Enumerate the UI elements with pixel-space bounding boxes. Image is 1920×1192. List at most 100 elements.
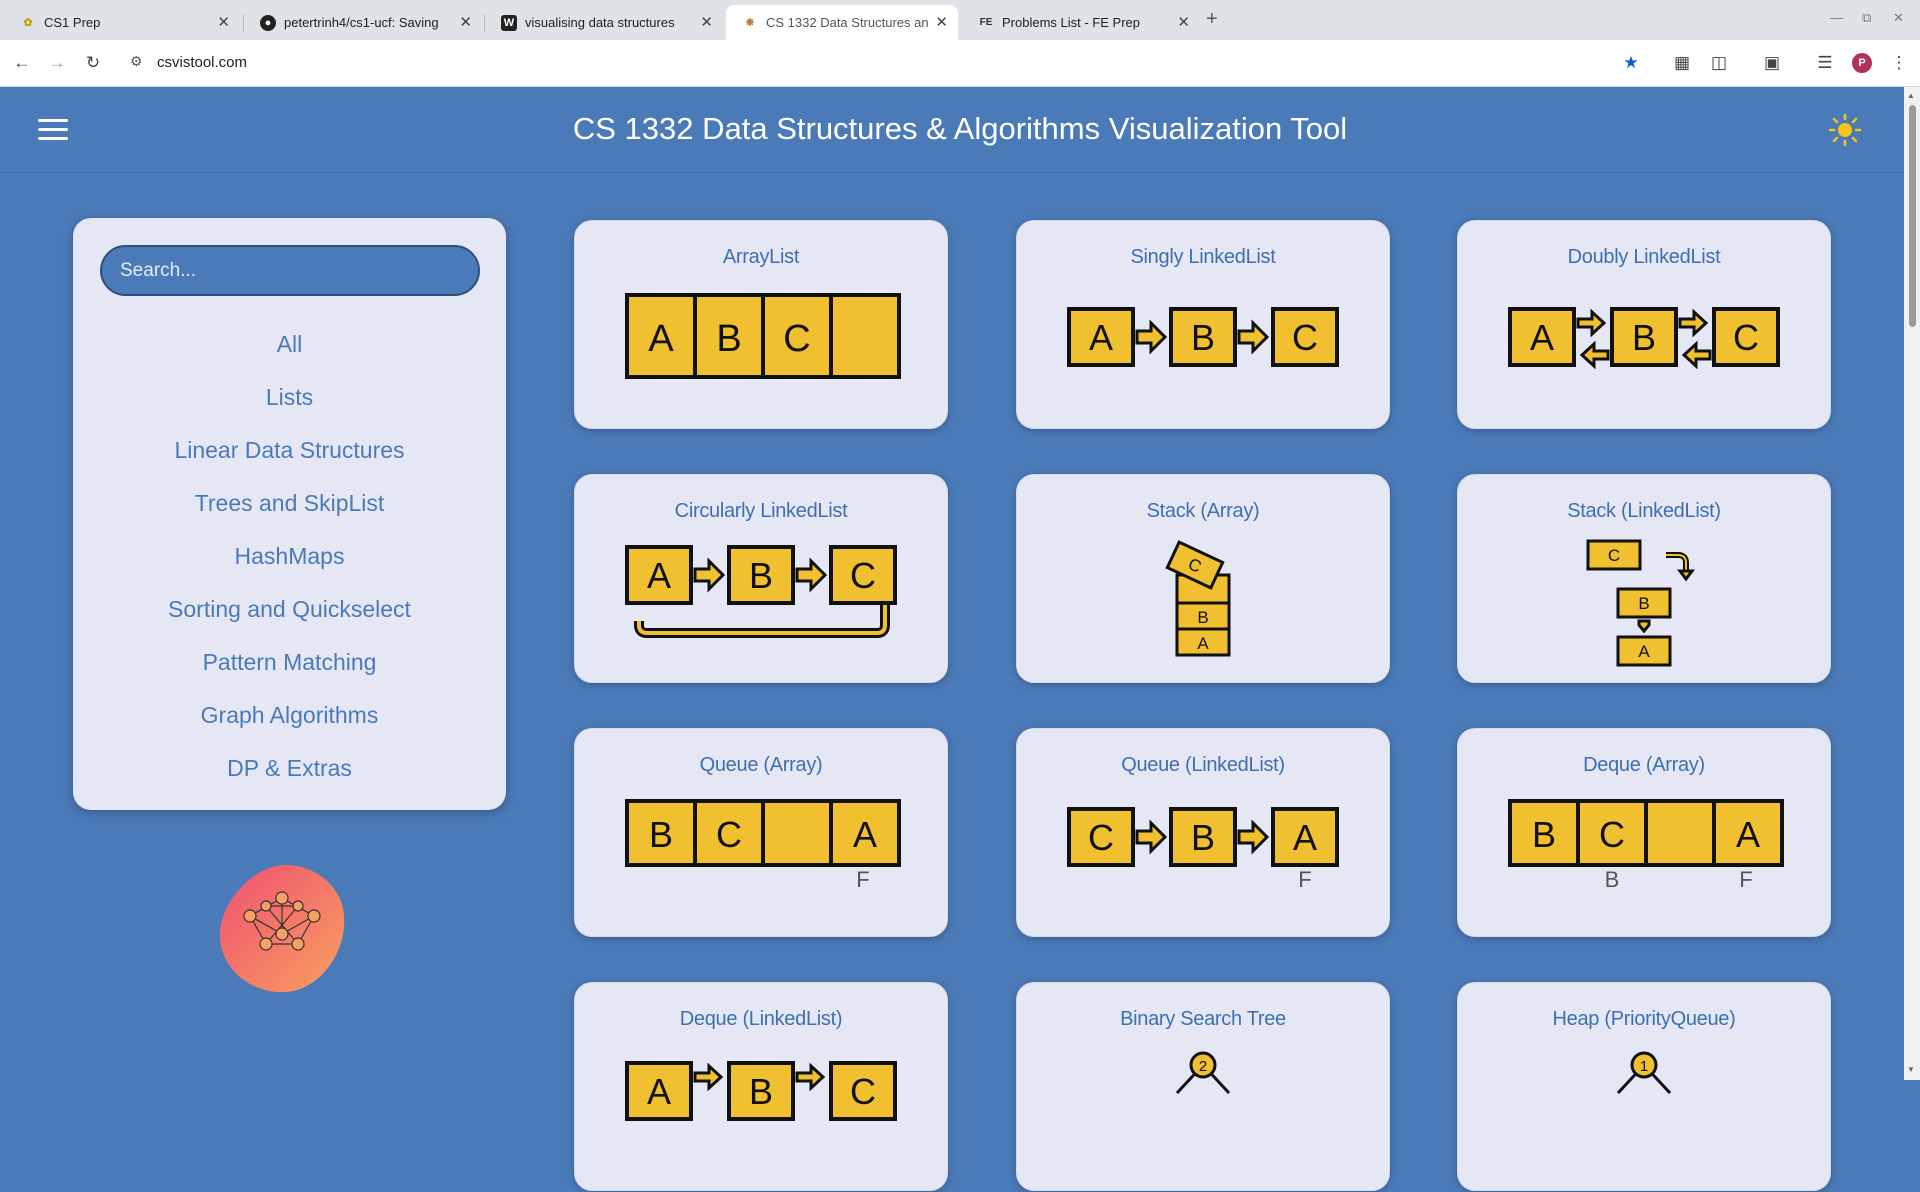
card-stack-array[interactable]: Stack (Array) C B A: [1016, 474, 1390, 683]
minimize-icon[interactable]: —: [1830, 10, 1843, 25]
arraylist-diagram: A B C: [625, 293, 901, 379]
svg-text:A: A: [1089, 317, 1113, 358]
fe-icon: FE: [979, 17, 993, 28]
app-icon: ✸: [745, 17, 755, 29]
cell-label: B: [716, 318, 741, 360]
leaf-icon: ✿: [23, 17, 33, 29]
svg-text:A: A: [1638, 642, 1650, 661]
queue-array-diagram: B C A F: [625, 799, 901, 892]
svg-text:C: C: [1088, 817, 1114, 858]
svg-text:A: A: [647, 1071, 671, 1112]
page-scrollbar[interactable]: ▲ ▼: [1904, 87, 1920, 1080]
svg-text:A: A: [853, 814, 877, 855]
tab-label: visualising data structures: [525, 15, 675, 30]
card-deque-array[interactable]: Deque (Array) BCA B F: [1457, 728, 1831, 937]
singly-linkedlist-diagram: A B C: [1067, 307, 1339, 367]
front-pointer-label: F: [856, 867, 869, 892]
card-arraylist[interactable]: ArrayList A B C: [574, 220, 948, 429]
svg-text:C: C: [1608, 546, 1620, 565]
card-deque-linkedlist[interactable]: Deque (LinkedList) ABC: [574, 982, 948, 1191]
svg-text:C: C: [1733, 317, 1759, 358]
category-trees-and-skiplist[interactable]: Trees and SkipList: [73, 490, 506, 517]
cell-label: A: [648, 318, 674, 360]
site-info-icon[interactable]: ⚙: [130, 53, 143, 70]
browser-tab[interactable]: FE Problems List - FE Prep ✕: [962, 5, 1200, 40]
tab-label: CS 1332 Data Structures an: [766, 15, 929, 30]
restore-icon[interactable]: ⧉: [1862, 10, 1871, 26]
browser-tab[interactable]: ● petertrinh4/cs1-ucf: Saving ✕: [244, 5, 482, 40]
media-icon[interactable]: ☰: [1813, 51, 1837, 75]
new-tab-button[interactable]: +: [1206, 8, 1218, 31]
browser-tab-bar: ✿ CS1 Prep ✕ ● petertrinh4/cs1-ucf: Savi…: [0, 0, 1920, 40]
svg-text:A: A: [1530, 317, 1554, 358]
bookmark-star-icon[interactable]: ★: [1619, 51, 1643, 75]
browser-tab[interactable]: ✿ CS1 Prep ✕: [4, 5, 240, 40]
tab-search-icon[interactable]: ▣: [1760, 51, 1784, 75]
circularly-linkedlist-diagram: A B C: [625, 545, 897, 638]
front-pointer-label: F: [1739, 867, 1752, 892]
svg-text:A: A: [647, 555, 671, 596]
cell-label: C: [783, 318, 810, 360]
browser-tab[interactable]: W visualising data structures ✕: [485, 5, 723, 40]
deque-array-diagram: BCA B F: [1508, 799, 1784, 892]
stack-linkedlist-diagram: C B A: [1586, 539, 1695, 667]
svg-text:B: B: [1638, 594, 1649, 613]
category-lists[interactable]: Lists: [73, 384, 506, 411]
close-icon[interactable]: ✕: [1177, 13, 1190, 31]
category-all[interactable]: All: [73, 331, 506, 358]
w-icon: W: [501, 15, 517, 31]
tab-label: Problems List - FE Prep: [1002, 15, 1140, 30]
svg-text:B: B: [1632, 317, 1656, 358]
puzzle-icon[interactable]: ◫: [1707, 51, 1731, 75]
tab-label: CS1 Prep: [44, 15, 101, 30]
extension-icon[interactable]: ▦: [1670, 51, 1694, 75]
svg-text:B: B: [649, 814, 673, 855]
card-queue-array[interactable]: Queue (Array) BCA F: [574, 728, 948, 937]
address-bar[interactable]: csvistool.com: [157, 54, 247, 71]
front-pointer-label: F: [1298, 867, 1311, 892]
card-binary-search-tree[interactable]: Binary Search Tree 2: [1016, 982, 1390, 1191]
forward-icon[interactable]: →: [45, 51, 69, 75]
card-queue-linkedlist[interactable]: Queue (LinkedList) CBA F: [1016, 728, 1390, 937]
bst-diagram: 2: [1175, 1051, 1231, 1095]
category-graph-algorithms[interactable]: Graph Algorithms: [73, 702, 506, 729]
svg-text:B: B: [1197, 608, 1208, 627]
svg-text:B: B: [1191, 817, 1215, 858]
category-linear-data-structures[interactable]: Linear Data Structures: [73, 437, 506, 464]
profile-avatar[interactable]: P: [1852, 53, 1872, 73]
back-icon[interactable]: ←: [10, 51, 34, 75]
browser-toolbar: ← → ↻ ⚙ csvistool.com ★ ▦ ◫ ▣ ☰ P ⋮: [0, 40, 1920, 87]
graph-logo-icon[interactable]: [216, 862, 350, 994]
scroll-thumb[interactable]: [1909, 105, 1916, 327]
category-hashmaps[interactable]: HashMaps: [73, 543, 506, 570]
svg-text:C: C: [1599, 814, 1625, 855]
category-sorting-and-quickselect[interactable]: Sorting and Quickselect: [73, 596, 506, 623]
close-icon[interactable]: ✕: [935, 13, 948, 31]
svg-text:A: A: [1197, 634, 1209, 653]
page-title: CS 1332 Data Structures & Algorithms Vis…: [572, 111, 1348, 146]
queue-linkedlist-diagram: C B A F: [1067, 807, 1339, 892]
search-input[interactable]: [100, 245, 480, 296]
menu-dots-icon[interactable]: ⋮: [1887, 51, 1911, 75]
browser-tab-active[interactable]: ✸ CS 1332 Data Structures an ✕: [726, 5, 958, 40]
reload-icon[interactable]: ↻: [81, 51, 105, 75]
category-pattern-matching[interactable]: Pattern Matching: [73, 649, 506, 676]
card-circularly-linkedlist[interactable]: Circularly LinkedList ABC: [574, 474, 948, 683]
card-stack-linkedlist[interactable]: Stack (LinkedList) CBA: [1457, 474, 1831, 683]
close-icon[interactable]: ✕: [217, 13, 230, 31]
svg-text:B: B: [749, 555, 773, 596]
sun-icon[interactable]: [1828, 113, 1862, 147]
card-doubly-linkedlist[interactable]: Doubly LinkedList ABC: [1457, 220, 1831, 429]
category-dp-and-extras[interactable]: DP & Extras: [73, 755, 506, 782]
close-icon[interactable]: ✕: [459, 13, 472, 31]
card-heap-priorityqueue[interactable]: Heap (PriorityQueue) 1: [1457, 982, 1831, 1191]
deque-linkedlist-diagram: A B C: [625, 1061, 897, 1121]
close-icon[interactable]: ✕: [700, 13, 713, 31]
back-pointer-label: B: [1605, 867, 1620, 892]
card-singly-linkedlist[interactable]: Singly LinkedList ABC: [1016, 220, 1390, 429]
close-window-icon[interactable]: ✕: [1893, 10, 1904, 26]
svg-text:C: C: [850, 555, 876, 596]
app-header: CS 1332 Data Structures & Algorithms Vis…: [0, 87, 1904, 173]
stack-array-diagram: C B A: [1165, 540, 1231, 657]
svg-text:A: A: [1293, 817, 1317, 858]
